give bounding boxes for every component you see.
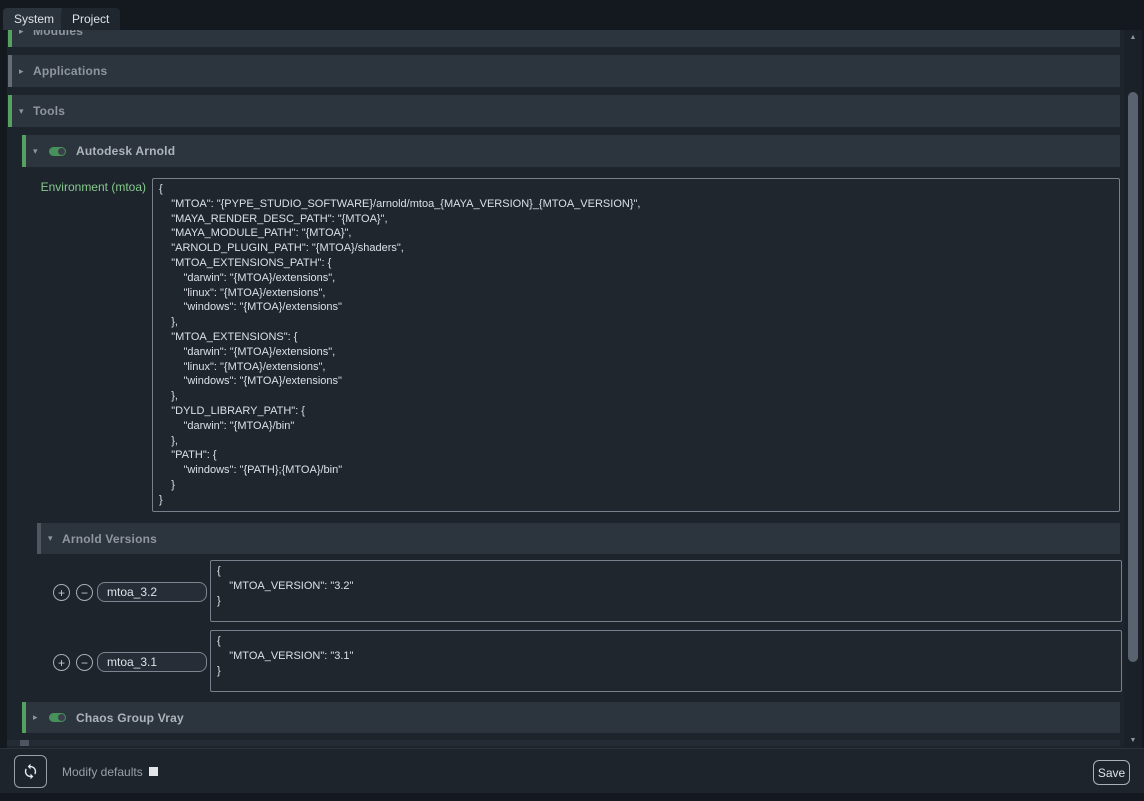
chevron-right-icon: ▸ — [19, 30, 33, 37]
vertical-scrollbar[interactable]: ▲ ▼ — [1124, 30, 1142, 748]
environment-json-textarea[interactable]: { "MTOA": "{PYPE_STUDIO_SOFTWARE}/arnold… — [152, 178, 1120, 512]
left-gutter — [0, 30, 7, 748]
section-header-tools[interactable]: ▾ Tools — [8, 95, 1120, 127]
version-key-input[interactable] — [97, 652, 207, 672]
modify-defaults-checkbox[interactable] — [149, 767, 158, 776]
save-button[interactable]: Save — [1093, 760, 1130, 785]
refresh-icon — [22, 763, 39, 780]
section-header-arnold-versions[interactable]: ▾ Arnold Versions — [37, 523, 1120, 554]
scroll-up-icon[interactable]: ▲ — [1124, 34, 1142, 41]
section-title-modules: Modules — [33, 30, 83, 38]
section-title-tools: Tools — [33, 104, 65, 118]
modify-defaults-label: Modify defaults — [62, 749, 143, 794]
chevron-down-icon: ▾ — [33, 146, 47, 157]
section-title-arnold-versions: Arnold Versions — [62, 532, 157, 546]
horizontal-scrollbar-thumb[interactable] — [20, 740, 29, 746]
vertical-scrollbar-thumb[interactable] — [1128, 92, 1138, 662]
remove-version-button[interactable]: − — [76, 584, 93, 601]
settings-window: System Project ▸ Modules ▸ Applications … — [0, 0, 1144, 801]
tab-system[interactable]: System — [3, 8, 65, 30]
tab-bar: System Project — [0, 0, 1144, 30]
chevron-right-icon: ▸ — [33, 712, 47, 723]
version-json-textarea[interactable]: { "MTOA_VERSION": "3.2" } — [210, 560, 1122, 622]
section-header-modules[interactable]: ▸ Modules — [8, 30, 1120, 47]
settings-scroll-area: ▸ Modules ▸ Applications ▾ Tools ▾ Autod… — [0, 30, 1124, 748]
refresh-button[interactable] — [14, 755, 47, 788]
chevron-right-icon: ▸ — [19, 66, 33, 77]
section-header-chaos-group-vray[interactable]: ▸ Chaos Group Vray — [22, 702, 1120, 733]
horizontal-scrollbar[interactable] — [7, 740, 1120, 746]
toggle-knob — [58, 714, 65, 721]
arnold-enabled-toggle[interactable] — [49, 147, 66, 156]
section-title-autodesk-arnold: Autodesk Arnold — [76, 144, 175, 158]
chevron-down-icon: ▾ — [48, 533, 62, 544]
section-title-applications: Applications — [33, 64, 107, 78]
tab-project[interactable]: Project — [61, 8, 120, 30]
version-json-textarea[interactable]: { "MTOA_VERSION": "3.1" } — [210, 630, 1122, 692]
version-key-input[interactable] — [97, 582, 207, 602]
footer-bar: Modify defaults Save — [0, 748, 1144, 793]
chevron-down-icon: ▾ — [19, 106, 33, 117]
scroll-down-icon[interactable]: ▼ — [1124, 737, 1142, 744]
add-version-button[interactable]: + — [53, 654, 70, 671]
remove-version-button[interactable]: − — [76, 654, 93, 671]
section-header-applications[interactable]: ▸ Applications — [8, 55, 1120, 87]
environment-mtoa-label: Environment (mtoa) — [8, 180, 146, 194]
vray-enabled-toggle[interactable] — [49, 713, 66, 722]
add-version-button[interactable]: + — [53, 584, 70, 601]
section-header-autodesk-arnold[interactable]: ▾ Autodesk Arnold — [22, 135, 1120, 167]
toggle-knob — [58, 148, 65, 155]
section-title-chaos-group-vray: Chaos Group Vray — [76, 711, 184, 725]
